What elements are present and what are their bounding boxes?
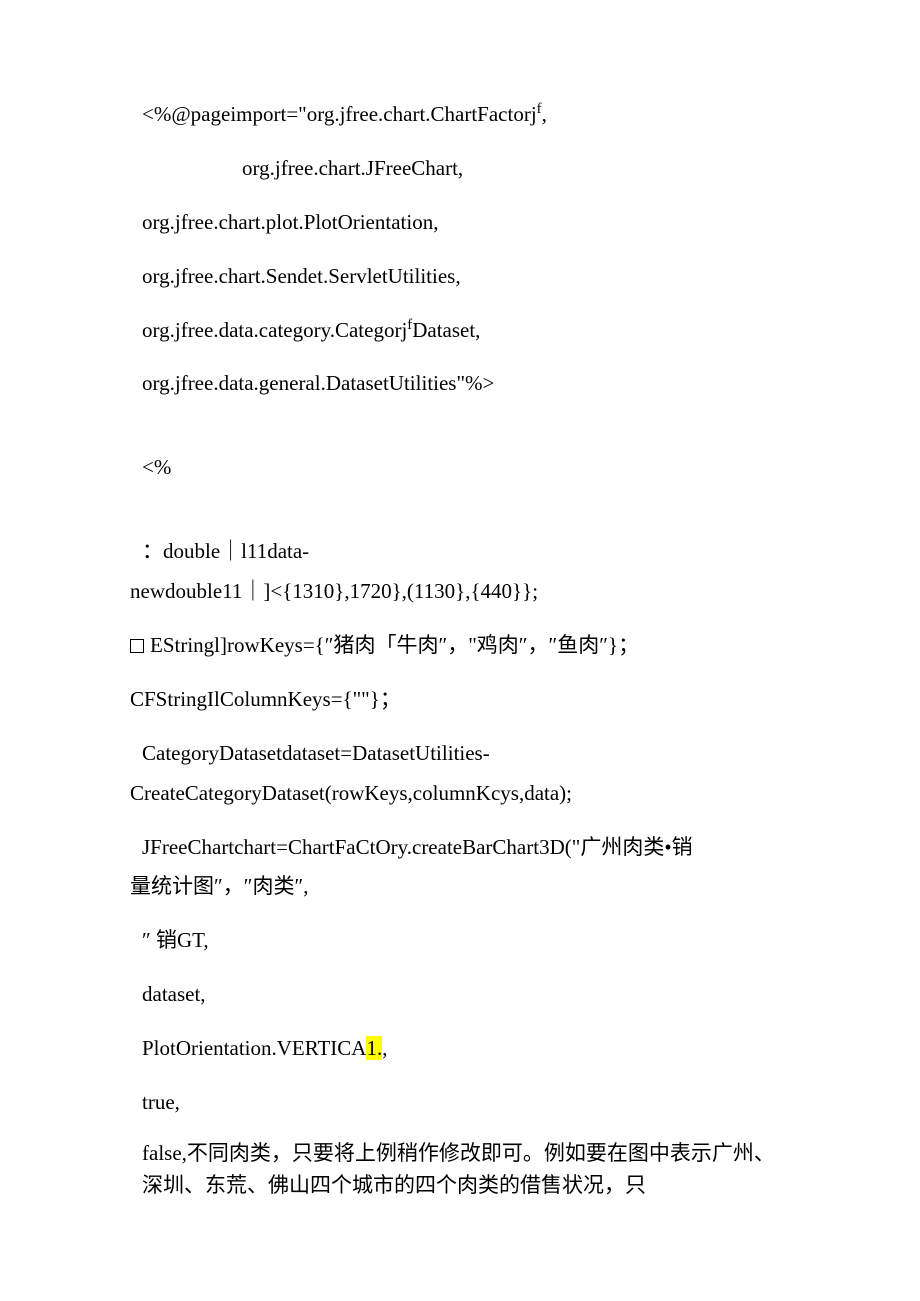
- text: PlotOrientation.VERTICA: [142, 1036, 366, 1060]
- text: JFreeChartchart=ChartFaCtOry.createBarCh…: [142, 835, 693, 859]
- text: org.jfree.data.general.DatasetUtilities"…: [142, 371, 494, 395]
- code-line: EStringl]rowKeys={″猪肉「牛肉″，"鸡肉″，″鱼肉″}；: [130, 626, 790, 666]
- text: CFStringIlColumnKeys={""}；: [130, 687, 401, 711]
- code-line: <%: [130, 448, 790, 488]
- code-line: org.jfree.chart.JFreeChart,: [130, 149, 790, 189]
- code-line: CFStringIlColumnKeys={""}；: [130, 680, 790, 720]
- code-line: org.jfree.chart.plot.PlotOrientation,: [130, 203, 790, 243]
- text: org.jfree.chart.plot.PlotOrientation,: [142, 210, 438, 234]
- code-line: dataset,: [130, 975, 790, 1015]
- text: true,: [142, 1090, 180, 1114]
- code-line: CreateCategoryDataset(rowKeys,columnKcys…: [130, 774, 790, 814]
- text: <%@pageimport="org.jfree.chart.ChartFact…: [142, 102, 537, 126]
- square-marker-icon: [130, 639, 144, 653]
- text: 量统计图″，″肉类″,: [130, 874, 309, 898]
- code-line: org.jfree.data.category.CategorjfDataset…: [130, 311, 790, 351]
- text: newdouble11｜]<{1310},1720},(1130},{440}}…: [130, 579, 538, 603]
- text: org.jfree.chart.Sendet.ServletUtilities,: [142, 264, 461, 288]
- spacer: [130, 418, 790, 448]
- text: CreateCategoryDataset(rowKeys,columnKcys…: [130, 781, 572, 805]
- text: org.jfree.data.category.Categorj: [142, 318, 407, 342]
- code-line: PlotOrientation.VERTICA1.,: [130, 1029, 790, 1069]
- spacer: [130, 502, 790, 532]
- paragraph-text: false,不同肉类，只要将上例稍作修改即可。例如要在图中表示广州、深圳、东荒、…: [130, 1137, 790, 1202]
- code-line: true,: [130, 1083, 790, 1123]
- text: org.jfree.chart.JFreeChart,: [242, 156, 463, 180]
- text: ,: [542, 102, 547, 126]
- text: EStringl]rowKeys={″猪肉「牛肉″，"鸡肉″，″鱼肉″}；: [150, 633, 639, 657]
- document-page: <%@pageimport="org.jfree.chart.ChartFact…: [0, 0, 920, 1276]
- code-line: CategoryDatasetdataset=DatasetUtilities-: [130, 734, 790, 774]
- highlighted-text: 1.: [366, 1036, 382, 1060]
- text: false,不同肉类，只要将上例稍作修改即可。例如要在图中表示广州、深圳、东荒、…: [142, 1141, 775, 1198]
- code-line: 量统计图″，″肉类″,: [130, 867, 790, 907]
- text: Dataset,: [412, 318, 480, 342]
- code-line: ：double｜l11data-: [130, 532, 790, 572]
- code-line: org.jfree.chart.Sendet.ServletUtilities,: [130, 257, 790, 297]
- code-line: ″ 销GT,: [130, 921, 790, 961]
- code-line: JFreeChartchart=ChartFaCtOry.createBarCh…: [130, 828, 790, 868]
- code-line: newdouble11｜]<{1310},1720},(1130},{440}}…: [130, 572, 790, 612]
- text: ″ 销GT,: [142, 928, 209, 952]
- text: <%: [142, 455, 171, 479]
- text: CategoryDatasetdataset=DatasetUtilities-: [142, 741, 490, 765]
- code-line: <%@pageimport="org.jfree.chart.ChartFact…: [130, 95, 790, 135]
- text: ,: [382, 1036, 387, 1060]
- text: dataset,: [142, 982, 206, 1006]
- code-line: org.jfree.data.general.DatasetUtilities"…: [130, 364, 790, 404]
- text: ：double｜l11data-: [142, 539, 309, 563]
